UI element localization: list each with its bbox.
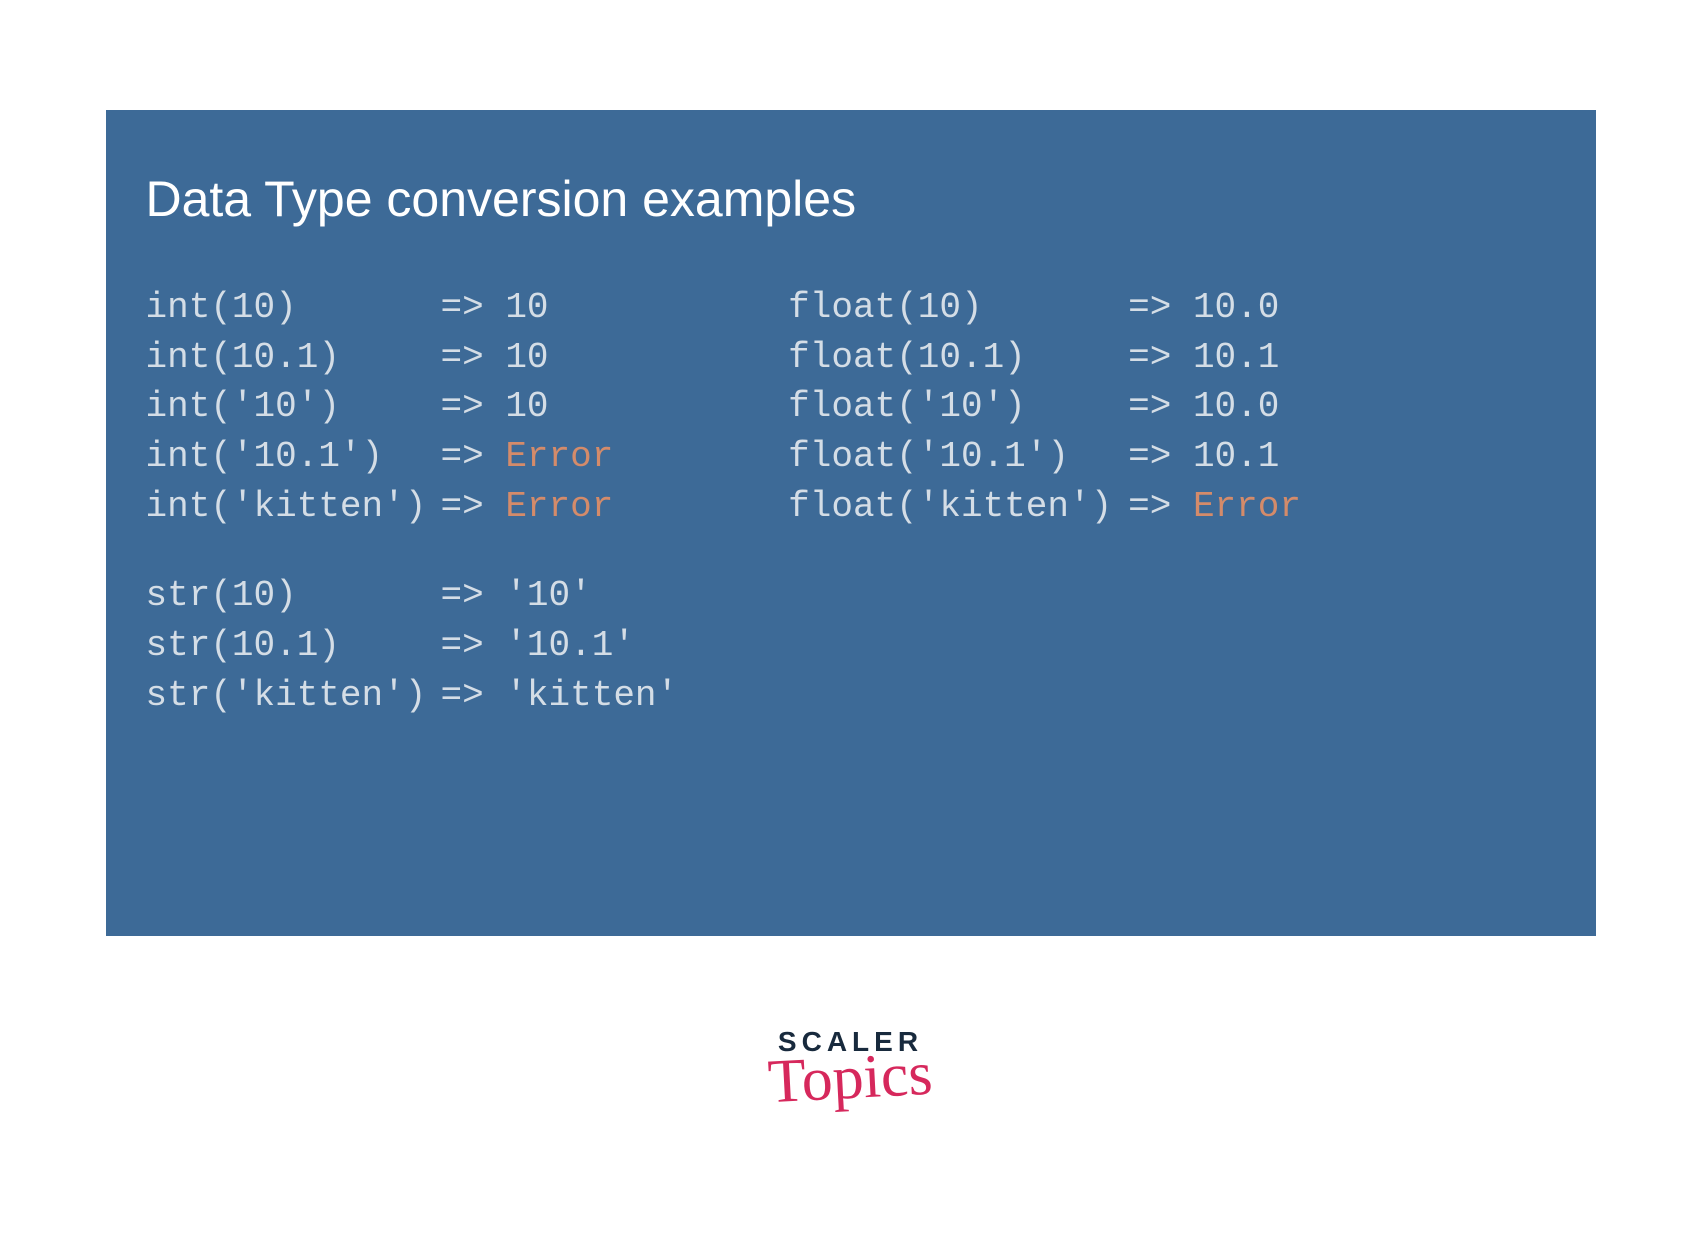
arrow-icon: => — [1128, 382, 1193, 432]
slide-panel: Data Type conversion examples int(10) =>… — [106, 110, 1596, 936]
arrow-icon: => — [441, 671, 506, 721]
result: '10' — [505, 571, 591, 621]
arrow-icon: => — [441, 482, 506, 532]
code-row: str(10.1) => '10.1' — [146, 621, 679, 671]
result: 10.0 — [1193, 382, 1279, 432]
result: 10 — [505, 382, 548, 432]
slide-title: Data Type conversion examples — [146, 170, 1556, 228]
expression: float('10') — [788, 382, 1128, 432]
arrow-icon: => — [441, 432, 506, 482]
expression: str('kitten') — [146, 671, 441, 721]
arrow-icon: => — [441, 571, 506, 621]
arrow-icon: => — [1128, 482, 1193, 532]
code-row: str(10) => '10' — [146, 571, 679, 621]
expression: int(10.1) — [146, 333, 441, 383]
result: 'kitten' — [505, 671, 678, 721]
right-column: float(10) => 10.0 float(10.1) => 10.1 fl… — [788, 283, 1301, 760]
left-column: int(10) => 10 int(10.1) => 10 int('10') … — [146, 283, 679, 760]
expression: float('kitten') — [788, 482, 1128, 532]
arrow-icon: => — [1128, 432, 1193, 482]
logo-line2: Topics — [767, 1050, 934, 1108]
expression: float(10.1) — [788, 333, 1128, 383]
code-columns: int(10) => 10 int(10.1) => 10 int('10') … — [146, 283, 1556, 760]
code-row: int(10) => 10 — [146, 283, 679, 333]
expression: float('10.1') — [788, 432, 1128, 482]
error-result: Error — [505, 432, 613, 482]
expression: float(10) — [788, 283, 1128, 333]
arrow-icon: => — [1128, 333, 1193, 383]
result: 10.1 — [1193, 432, 1279, 482]
code-row: int(10.1) => 10 — [146, 333, 679, 383]
code-row: str('kitten') => 'kitten' — [146, 671, 679, 721]
code-row: float('kitten') => Error — [788, 482, 1301, 532]
code-row: int('10') => 10 — [146, 382, 679, 432]
expression: int('10.1') — [146, 432, 441, 482]
float-group: float(10) => 10.0 float(10.1) => 10.1 fl… — [788, 283, 1301, 531]
int-group: int(10) => 10 int(10.1) => 10 int('10') … — [146, 283, 679, 531]
arrow-icon: => — [441, 333, 506, 383]
expression: str(10) — [146, 571, 441, 621]
code-row: int('10.1') => Error — [146, 432, 679, 482]
error-result: Error — [505, 482, 613, 532]
error-result: Error — [1193, 482, 1301, 532]
result: '10.1' — [505, 621, 635, 671]
expression: int(10) — [146, 283, 441, 333]
expression: int('kitten') — [146, 482, 441, 532]
str-group: str(10) => '10' str(10.1) => '10.1' str(… — [146, 571, 679, 720]
arrow-icon: => — [441, 283, 506, 333]
expression: int('10') — [146, 382, 441, 432]
result: 10 — [505, 333, 548, 383]
result: 10 — [505, 283, 548, 333]
result: 10.0 — [1193, 283, 1279, 333]
arrow-icon: => — [441, 621, 506, 671]
arrow-icon: => — [441, 382, 506, 432]
code-row: float('10.1') => 10.1 — [788, 432, 1301, 482]
expression: str(10.1) — [146, 621, 441, 671]
scaler-topics-logo: SCALER Topics — [768, 1026, 932, 1104]
code-row: float(10) => 10.0 — [788, 283, 1301, 333]
result: 10.1 — [1193, 333, 1279, 383]
code-row: float('10') => 10.0 — [788, 382, 1301, 432]
arrow-icon: => — [1128, 283, 1193, 333]
code-row: int('kitten') => Error — [146, 482, 679, 532]
code-row: float(10.1) => 10.1 — [788, 333, 1301, 383]
